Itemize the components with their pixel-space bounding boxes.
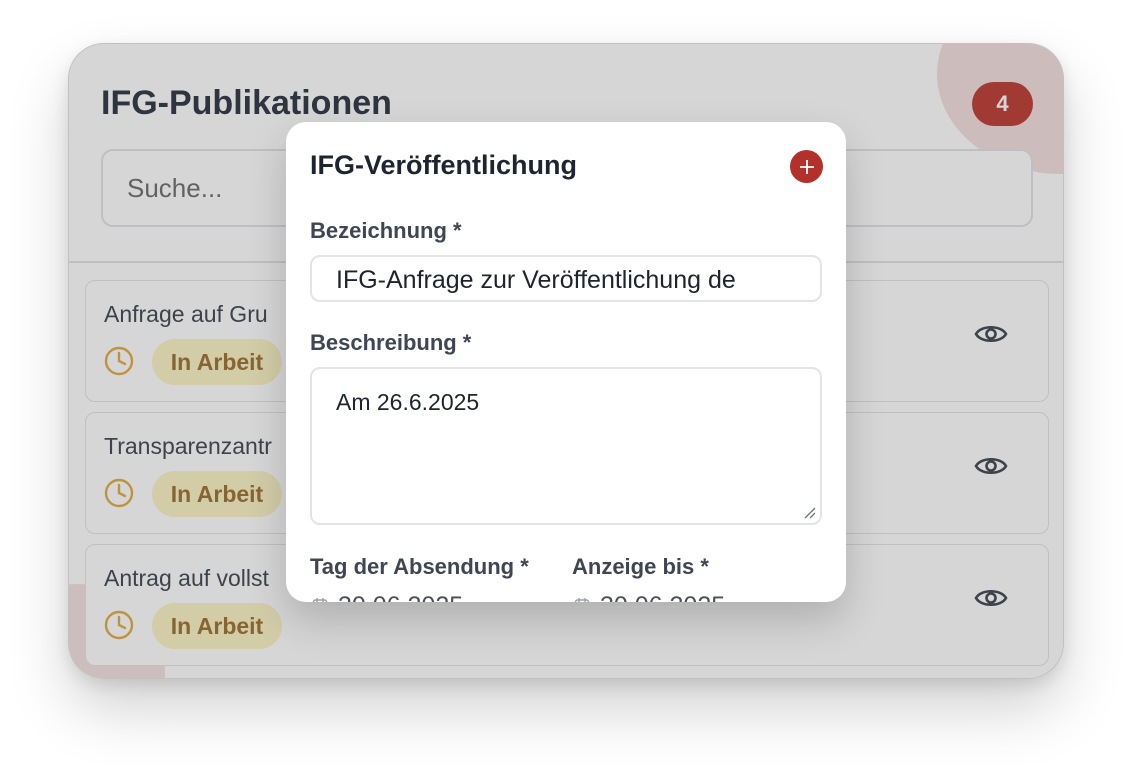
calendar-icon [312, 598, 328, 602]
display-until-label: Anzeige bis * [572, 554, 709, 579]
modal-title: IFG-Veröffentlichung [310, 150, 577, 180]
description-label: Beschreibung * [310, 330, 472, 355]
plus-icon [799, 159, 814, 174]
description-text: Am 26.6.2025 [336, 389, 480, 415]
sent-date-field[interactable]: 30.06.2025 [338, 592, 463, 602]
sent-date-label: Tag der Absendung * [310, 554, 529, 579]
calendar-icon [574, 598, 590, 602]
publication-modal: IFG-Veröffentlichung Bezeichnung * IFG-A… [286, 122, 846, 602]
name-label: Bezeichnung * [310, 218, 462, 243]
description-field[interactable]: Am 26.6.2025 [310, 367, 822, 525]
resize-handle-icon[interactable] [802, 505, 816, 519]
add-button[interactable] [790, 150, 823, 183]
display-until-field[interactable]: 30.06.2025 [600, 592, 725, 602]
name-field[interactable]: IFG-Anfrage zur Veröffentlichung de [310, 255, 822, 302]
